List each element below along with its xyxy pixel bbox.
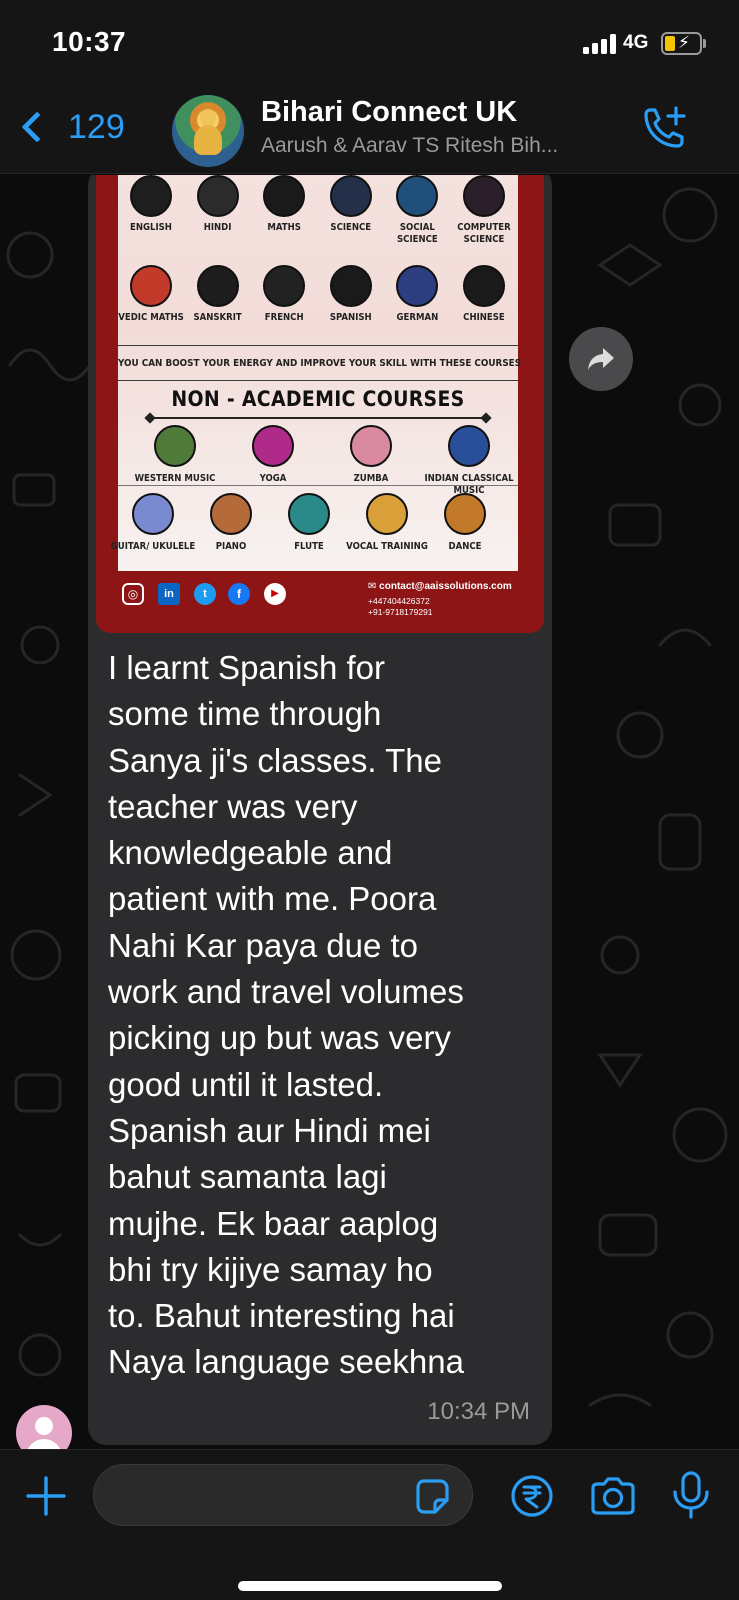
signal-icon	[583, 34, 617, 54]
course-label: YOGA	[259, 473, 287, 484]
course-icon	[196, 265, 239, 307]
course-icon	[263, 265, 306, 307]
plus-icon[interactable]	[24, 1474, 68, 1518]
course-icon	[350, 425, 392, 467]
course-label: VOCAL TRAINING	[346, 541, 428, 552]
course-item: HINDI	[185, 175, 252, 257]
contact-email: ✉ contact@aaissolutions.com	[368, 581, 512, 592]
course-item: FRENCH	[251, 257, 318, 347]
course-label: CHINESE	[463, 312, 505, 323]
battery-icon: ⚡	[661, 32, 702, 55]
title-underline	[150, 417, 486, 419]
chat-header: 129 Bihari Connect UK Aarush & Aarav TS …	[0, 88, 739, 174]
course-icon	[448, 425, 490, 467]
row-divider	[118, 485, 518, 486]
course-item: GERMAN	[384, 257, 451, 347]
course-item: MATHS	[251, 175, 318, 257]
course-poster-image[interactable]: ENGLISH HINDI MATHS SCIENCE SOCIAL SCIENCE CO…	[96, 175, 544, 633]
network-type: 4G	[623, 32, 649, 53]
course-item: VEDIC MATHS	[118, 257, 185, 347]
course-item: SANSKRIT	[185, 257, 252, 347]
course-label: GERMAN	[396, 312, 439, 323]
course-label: ZUMBA	[353, 473, 389, 484]
facebook-icon: f	[228, 583, 250, 605]
course-label: HINDI	[203, 222, 232, 233]
course-item: ENGLISH	[118, 175, 185, 257]
youtube-icon: ▶	[264, 583, 286, 605]
linkedin-icon: in	[158, 583, 180, 605]
group-members[interactable]: Aarush & Aarav TS Ritesh Bih...	[261, 134, 621, 158]
course-icon	[329, 265, 372, 307]
course-icon	[329, 175, 372, 217]
course-item: SCIENCE	[318, 175, 385, 257]
course-label: GUITAR/ UKULELE	[110, 541, 196, 552]
course-label: FRENCH	[264, 312, 304, 323]
course-icon	[396, 175, 439, 217]
microphone-icon[interactable]	[670, 1470, 712, 1520]
twitter-icon: t	[194, 583, 216, 605]
course-label: SPANISH	[329, 312, 372, 323]
group-avatar[interactable]	[172, 95, 244, 167]
contact-phones: +447404426372 +91-9718179291	[368, 596, 433, 617]
share-arrow-icon	[588, 348, 614, 370]
status-bar: 10:37 4G ⚡	[0, 0, 739, 88]
chat-area[interactable]: ENGLISH HINDI MATHS SCIENCE SOCIAL SCIENCE CO…	[0, 175, 739, 1449]
group-title[interactable]: Bihari Connect UK	[261, 96, 517, 129]
sticker-icon[interactable]	[412, 1476, 452, 1516]
non-academic-title: NON - ACADEMIC COURSES	[171, 387, 465, 411]
course-icon	[396, 265, 439, 307]
course-label: MATHS	[267, 222, 301, 233]
course-label: FLUTE	[294, 541, 324, 552]
course-item: CHINESE	[451, 257, 518, 347]
course-item: SPANISH	[318, 257, 385, 347]
add-call-icon[interactable]	[638, 104, 690, 154]
course-icon	[252, 425, 294, 467]
course-item: COMPUTER SCIENCE	[451, 175, 518, 257]
back-button[interactable]: 129	[16, 102, 125, 152]
course-label: ENGLISH	[130, 222, 172, 233]
academic-courses-grid: ENGLISH HINDI MATHS SCIENCE SOCIAL SCIENCE CO…	[118, 175, 518, 347]
course-label: COMPUTER SCIENCE	[457, 222, 511, 245]
poster-boost-text: YOU CAN BOOST YOUR ENERGY AND IMPROVE YO…	[118, 345, 521, 381]
unread-count: 129	[68, 107, 125, 146]
course-icon	[210, 493, 252, 535]
payment-rupee-icon[interactable]	[510, 1474, 554, 1518]
course-label: VEDIC MATHS	[118, 312, 184, 323]
course-label: DANCE	[448, 541, 482, 552]
message-input-bar	[0, 1449, 739, 1600]
forward-button[interactable]	[569, 327, 633, 391]
course-label: SOCIAL SCIENCE	[397, 222, 438, 245]
message-timestamp: 10:34 PM	[427, 1398, 530, 1425]
poster-social-strip: ◎ in t f ▶ ✉ contact@aaissolutions.com +…	[118, 571, 518, 627]
course-icon	[130, 265, 172, 307]
course-icon	[263, 175, 306, 217]
message-text: I learnt Spanish for some time through S…	[108, 649, 464, 1381]
status-time: 10:37	[52, 26, 127, 57]
message-bubble[interactable]: ENGLISH HINDI MATHS SCIENCE SOCIAL SCIENCE CO…	[88, 175, 552, 1445]
course-icon	[288, 493, 330, 535]
course-icon	[444, 493, 486, 535]
course-icon	[130, 175, 172, 217]
camera-icon[interactable]	[589, 1474, 637, 1518]
battery-cap	[703, 39, 706, 48]
home-indicator	[238, 1581, 502, 1591]
course-label: SANSKRIT	[193, 312, 242, 323]
course-label: SCIENCE	[330, 222, 372, 233]
chevron-left-icon	[21, 111, 53, 143]
course-item: SOCIAL SCIENCE	[384, 175, 451, 257]
course-label: PIANO	[215, 541, 247, 552]
course-icon	[154, 425, 196, 467]
course-label: WESTERN MUSIC	[134, 473, 216, 484]
course-icon	[196, 175, 239, 217]
course-icon	[366, 493, 408, 535]
instagram-icon: ◎	[122, 583, 144, 605]
course-icon	[132, 493, 174, 535]
course-icon	[462, 265, 505, 307]
course-icon	[462, 175, 505, 217]
